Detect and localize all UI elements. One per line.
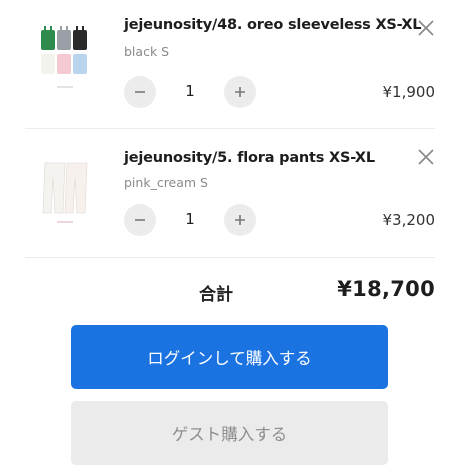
product-variant: black S [124,44,170,59]
total-amount: ¥18,700 [337,277,435,301]
decrease-quantity-button[interactable] [124,204,156,236]
close-icon[interactable] [417,148,435,166]
increase-quantity-button[interactable] [224,76,256,108]
minus-icon [135,91,145,93]
product-thumbnail[interactable] [37,153,93,229]
product-title[interactable]: jejeunosity/5. flora pants XS-XL [124,150,375,166]
minus-icon [135,219,145,221]
quantity-value: 1 [185,210,195,228]
item-price: ¥3,200 [382,211,436,229]
product-variant: pink_cream S [124,175,208,190]
item-price: ¥1,900 [382,83,436,101]
product-title[interactable]: jejeunosity/48. oreo sleeveless XS-XL [124,17,422,33]
divider [25,257,435,258]
guest-checkout-button[interactable]: ゲスト購入する [71,401,388,465]
plus-icon [235,87,245,97]
quantity-value: 1 [185,82,195,100]
login-checkout-button[interactable]: ログインして購入する [71,325,388,389]
increase-quantity-button[interactable] [224,204,256,236]
close-icon[interactable] [417,19,435,37]
cart-item: jejeunosity/5. flora pants XS-XL pink_cr… [25,128,436,258]
plus-icon [235,215,245,225]
decrease-quantity-button[interactable] [124,76,156,108]
total-label: 合計 [199,285,233,305]
product-thumbnail[interactable] [37,16,93,92]
cart-item: jejeunosity/48. oreo sleeveless XS-XL bl… [25,0,436,129]
